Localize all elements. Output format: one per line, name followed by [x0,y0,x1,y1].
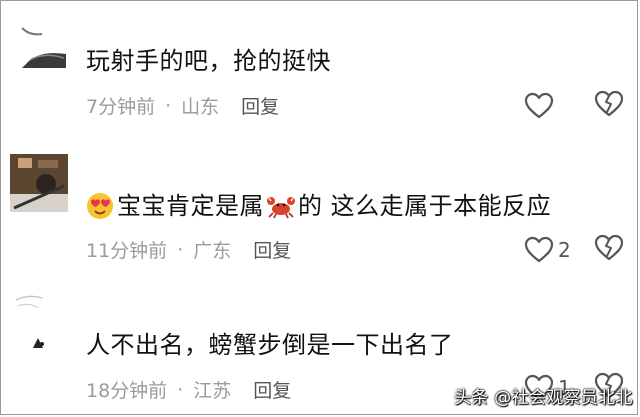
comment-location: 山东 [181,96,220,118]
meta-separator: · [165,94,172,117]
comment-actions [524,90,624,122]
like-button[interactable]: 2 [524,236,588,264]
comment-text: 玩射手的吧，抢的挺快 [86,47,331,75]
comment-location: 江苏 [193,380,232,402]
comment-meta: 11分钟前 · 广东 回复 [86,236,291,263]
avatar[interactable] [8,286,70,348]
reply-button[interactable]: 回复 [253,236,291,263]
dislike-button[interactable] [594,234,624,266]
comment-text: 宝宝肯定是属 的 这么走属于本能反应 [86,191,551,221]
comment-time: 7分钟前 [86,96,156,118]
avatar[interactable] [8,150,70,212]
dislike-button[interactable] [594,90,624,122]
meta-separator: · [177,378,184,401]
watermark: 头条 @社会观察员北北 [454,388,633,408]
avatar[interactable] [8,6,70,68]
reply-button[interactable]: 回复 [241,92,279,119]
comment-actions: 2 [524,234,624,266]
like-count: 2 [558,238,571,262]
heart-outline-icon [524,92,554,119]
broken-heart-icon [594,90,624,117]
heart-outline-icon [524,236,554,263]
comment-text-part: 宝宝肯定是属 [117,192,264,220]
comment-location: 广东 [193,240,232,262]
meta-separator: · [177,238,184,261]
crab-emoji-icon [266,192,296,220]
comment-text-part: 的 这么走属于本能反应 [298,192,552,220]
comment-time: 11分钟前 [86,240,168,262]
heart-eyes-emoji-icon [86,192,114,220]
comment-meta: 18分钟前 · 江苏 回复 [86,376,291,403]
reply-button[interactable]: 回复 [253,376,291,403]
broken-heart-icon [594,234,624,261]
comment-text: 人不出名，螃蟹步倒是一下出名了 [86,331,454,359]
like-button[interactable] [524,92,588,120]
comment-meta: 7分钟前 · 山东 回复 [86,92,279,119]
comment-time: 18分钟前 [86,380,168,402]
